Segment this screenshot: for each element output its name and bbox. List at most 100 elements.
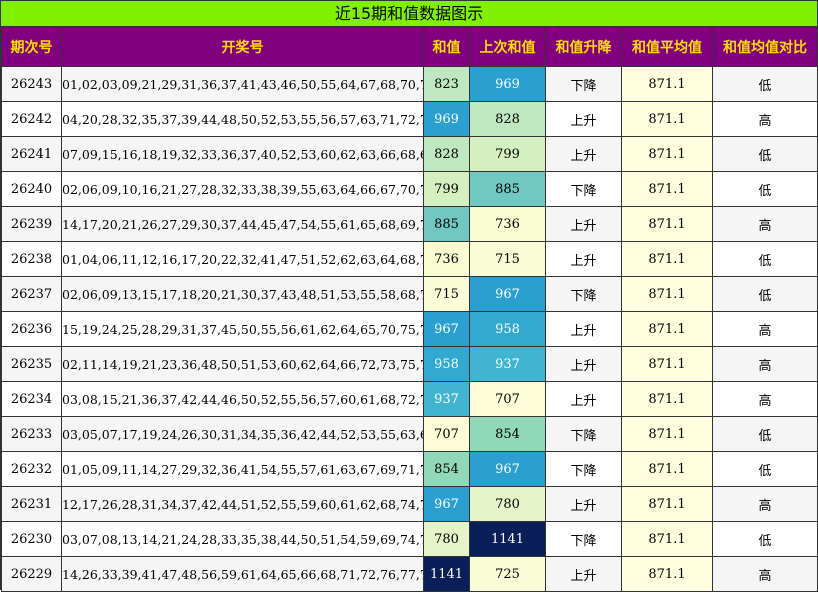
sum-cell: 715 [423, 276, 470, 312]
header-numbers: 开奖号 [61, 27, 424, 67]
compare-cell: 低 [712, 521, 818, 557]
numbers-cell: 02,11,14,19,21,23,36,48,50,51,53,60,62,6… [61, 346, 424, 382]
numbers-cell: 03,07,08,13,14,21,24,28,33,35,38,44,50,5… [61, 521, 424, 557]
header-period: 期次号 [1, 27, 62, 67]
header-sum: 和值 [423, 27, 470, 67]
numbers-cell: 07,09,15,16,18,19,32,33,36,37,40,52,53,6… [61, 136, 424, 172]
prev-sum-cell: 780 [469, 486, 546, 522]
sum-cell: 969 [423, 101, 470, 137]
compare-cell: 高 [712, 381, 818, 417]
trend-cell: 下降 [545, 521, 622, 557]
numbers-cell: 03,05,07,17,19,24,26,30,31,34,35,36,42,4… [61, 416, 424, 452]
trend-cell: 上升 [545, 206, 622, 242]
period-cell: 26241 [1, 136, 62, 172]
average-cell: 871.1 [621, 276, 713, 312]
sum-cell: 937 [423, 381, 470, 417]
trend-cell: 上升 [545, 241, 622, 277]
period-cell: 26236 [1, 311, 62, 347]
average-cell: 871.1 [621, 241, 713, 277]
trend-cell: 上升 [545, 556, 622, 592]
trend-cell: 上升 [545, 136, 622, 172]
average-cell: 871.1 [621, 416, 713, 452]
compare-cell: 高 [712, 486, 818, 522]
prev-sum-cell: 958 [469, 311, 546, 347]
period-cell: 26235 [1, 346, 62, 382]
average-cell: 871.1 [621, 486, 713, 522]
table-body: 26243 01,02,03,09,21,29,31,36,37,41,43,46… [1, 66, 818, 592]
compare-cell: 低 [712, 416, 818, 452]
trend-cell: 上升 [545, 101, 622, 137]
sum-data-panel: 近15期和值数据图示 期次号 开奖号 和值 上次和值 和值升降 和值平均值 和值… [0, 0, 818, 592]
numbers-cell: 03,08,15,21,36,37,42,44,46,50,52,55,56,5… [61, 381, 424, 417]
prev-sum-cell: 799 [469, 136, 546, 172]
average-cell: 871.1 [621, 171, 713, 207]
average-cell: 871.1 [621, 136, 713, 172]
period-cell: 26233 [1, 416, 62, 452]
average-cell: 871.1 [621, 381, 713, 417]
table-header-row: 期次号 开奖号 和值 上次和值 和值升降 和值平均值 和值均值对比 [1, 27, 818, 67]
numbers-cell: 02,06,09,10,16,21,27,28,32,33,38,39,55,6… [61, 171, 424, 207]
sum-cell: 828 [423, 136, 470, 172]
period-cell: 26230 [1, 521, 62, 557]
table-row: 26238 01,04,06,11,12,16,17,20,22,32,41,47… [1, 241, 818, 277]
sum-cell: 799 [423, 171, 470, 207]
table-row: 26230 03,07,08,13,14,21,24,28,33,35,38,44… [1, 521, 818, 557]
sum-cell: 885 [423, 206, 470, 242]
numbers-cell: 14,17,20,21,26,27,29,30,37,44,45,47,54,5… [61, 206, 424, 242]
sum-cell: 958 [423, 346, 470, 382]
prev-sum-cell: 854 [469, 416, 546, 452]
table-row: 26229 14,26,33,39,41,47,48,56,59,61,64,65… [1, 556, 818, 592]
average-cell: 871.1 [621, 66, 713, 102]
numbers-cell: 15,19,24,25,28,29,31,37,45,50,55,56,61,6… [61, 311, 424, 347]
header-average: 和值平均值 [621, 27, 713, 67]
numbers-cell: 12,17,26,28,31,34,37,42,44,51,52,55,59,6… [61, 486, 424, 522]
compare-cell: 高 [712, 556, 818, 592]
trend-cell: 上升 [545, 381, 622, 417]
numbers-cell: 01,02,03,09,21,29,31,36,37,41,43,46,50,5… [61, 66, 424, 102]
period-cell: 26243 [1, 66, 62, 102]
numbers-cell: 14,26,33,39,41,47,48,56,59,61,64,65,66,6… [61, 556, 424, 592]
table-row: 26233 03,05,07,17,19,24,26,30,31,34,35,36… [1, 416, 818, 452]
sum-cell: 967 [423, 311, 470, 347]
trend-cell: 下降 [545, 66, 622, 102]
prev-sum-cell: 707 [469, 381, 546, 417]
table-row: 26242 04,20,28,32,35,37,39,44,48,50,52,53… [1, 101, 818, 137]
prev-sum-cell: 736 [469, 206, 546, 242]
prev-sum-cell: 937 [469, 346, 546, 382]
period-cell: 26238 [1, 241, 62, 277]
sum-cell: 823 [423, 66, 470, 102]
average-cell: 871.1 [621, 556, 713, 592]
trend-cell: 下降 [545, 416, 622, 452]
compare-cell: 低 [712, 276, 818, 312]
period-cell: 26240 [1, 171, 62, 207]
compare-cell: 低 [712, 66, 818, 102]
compare-cell: 低 [712, 171, 818, 207]
prev-sum-cell: 885 [469, 171, 546, 207]
sum-cell: 736 [423, 241, 470, 277]
compare-cell: 低 [712, 451, 818, 487]
period-cell: 26231 [1, 486, 62, 522]
compare-cell: 高 [712, 206, 818, 242]
period-cell: 26239 [1, 206, 62, 242]
prev-sum-cell: 715 [469, 241, 546, 277]
prev-sum-cell: 967 [469, 276, 546, 312]
compare-cell: 低 [712, 136, 818, 172]
trend-cell: 下降 [545, 171, 622, 207]
trend-cell: 上升 [545, 346, 622, 382]
sum-cell: 780 [423, 521, 470, 557]
sum-cell: 967 [423, 486, 470, 522]
table-row: 26234 03,08,15,21,36,37,42,44,46,50,52,55… [1, 381, 818, 417]
table-row: 26232 01,05,09,11,14,27,29,32,36,41,54,55… [1, 451, 818, 487]
compare-cell: 高 [712, 101, 818, 137]
sum-data-table: 期次号 开奖号 和值 上次和值 和值升降 和值平均值 和值均值对比 26243 0… [1, 27, 818, 592]
trend-cell: 下降 [545, 276, 622, 312]
header-prev-sum: 上次和值 [469, 27, 546, 67]
sum-cell: 707 [423, 416, 470, 452]
period-cell: 26234 [1, 381, 62, 417]
compare-cell: 高 [712, 311, 818, 347]
sum-cell: 1141 [423, 556, 470, 592]
period-cell: 26237 [1, 276, 62, 312]
compare-cell: 低 [712, 241, 818, 277]
table-row: 26231 12,17,26,28,31,34,37,42,44,51,52,55… [1, 486, 818, 522]
compare-cell: 高 [712, 346, 818, 382]
